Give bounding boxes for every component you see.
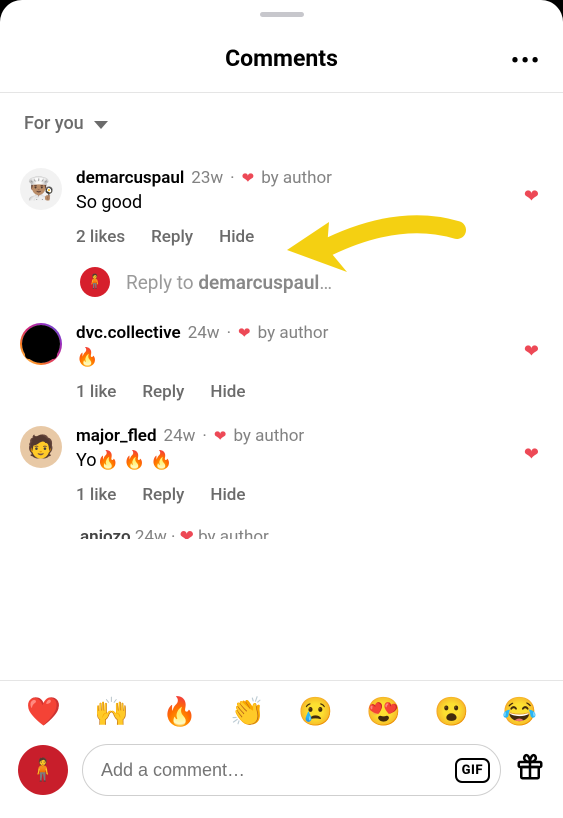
heart-icon: ❤︎ [238, 324, 251, 342]
reply-button[interactable]: Reply [142, 485, 184, 505]
likes-count[interactable]: 2 likes [76, 227, 125, 247]
avatar[interactable]: 👨🏽‍🍳 [20, 168, 62, 210]
liked-by-author-label: by author [233, 426, 304, 446]
inline-reply-row[interactable]: 🧍 Reply to demarcuspaul… [0, 259, 563, 311]
my-avatar-small: 🧍 [80, 267, 110, 297]
page-title: Comments [225, 45, 338, 72]
emoji-heart[interactable]: ❤️ [26, 695, 61, 728]
hide-button[interactable]: Hide [219, 227, 254, 247]
more-options-button[interactable]: ••• [511, 49, 541, 74]
comment-row-cutoff: aniozo 24w · ❤︎ by author [0, 517, 563, 539]
like-button[interactable]: ❤︎ [524, 186, 539, 207]
comment-text: 🔥 [76, 347, 510, 368]
avatar[interactable]: 🧑 [20, 426, 62, 468]
gift-button[interactable] [515, 752, 545, 789]
avatar-image [25, 329, 57, 359]
emoji-laugh[interactable]: 😂 [502, 695, 537, 728]
emoji-surprised[interactable]: 😮 [434, 695, 469, 728]
avatar[interactable] [20, 323, 62, 365]
avatar-glyph: 🧍 [29, 758, 56, 783]
chevron-down-icon [94, 121, 108, 129]
inline-reply-placeholder: Reply to demarcuspaul… [126, 271, 332, 294]
liked-by-author-label: by author [258, 323, 329, 343]
comment-row: dvc.collective 24w · ❤︎ by author 🔥 1 li… [0, 311, 563, 414]
comment-row: 👨🏽‍🍳 demarcuspaul 23w · ❤︎ by author So … [0, 156, 563, 259]
comment-text: Yo🔥 🔥 🔥 [76, 450, 510, 471]
sort-filter-label: For you [24, 113, 84, 134]
heart-icon: ❤︎ [214, 427, 227, 445]
my-avatar[interactable]: 🧍 [18, 745, 68, 795]
sort-filter-dropdown[interactable]: For you [0, 93, 563, 148]
emoji-cry[interactable]: 😢 [298, 695, 333, 728]
emoji-clap[interactable]: 👏 [230, 695, 265, 728]
header: Comments ••• [0, 17, 563, 92]
emoji-quick-bar: ❤️ 🙌 🔥 👏 😢 😍 😮 😂 [0, 681, 563, 738]
emoji-fire[interactable]: 🔥 [162, 695, 197, 728]
separator-dot: · [230, 168, 234, 188]
timestamp: 24w [188, 323, 220, 343]
comment-input-container[interactable]: GIF [82, 744, 501, 796]
heart-icon: ❤︎ [242, 169, 255, 187]
gift-icon [515, 752, 545, 782]
timestamp: 23w [191, 168, 223, 188]
likes-count[interactable]: 1 like [76, 485, 116, 505]
avatar-glyph: 👨🏽‍🍳 [27, 177, 54, 202]
avatar-glyph: 🧑 [27, 435, 54, 460]
gif-button[interactable]: GIF [455, 758, 490, 783]
username[interactable]: demarcuspaul [76, 168, 184, 188]
separator-dot: · [227, 323, 231, 343]
comment-row: 🧑 major_fled 24w · ❤︎ by author Yo🔥 🔥 🔥 … [0, 414, 563, 517]
emoji-raised-hands[interactable]: 🙌 [94, 695, 129, 728]
hide-button[interactable]: Hide [210, 382, 245, 402]
reply-button[interactable]: Reply [142, 382, 184, 402]
timestamp: 24w [164, 426, 196, 446]
username[interactable]: dvc.collective [76, 323, 181, 343]
liked-by-author-label: by author [261, 168, 332, 188]
comment-text: So good [76, 192, 510, 213]
emoji-heart-eyes[interactable]: 😍 [366, 695, 401, 728]
composer-area: ❤️ 🙌 🔥 👏 😢 😍 😮 😂 🧍 GIF [0, 680, 563, 818]
separator-dot: · [202, 426, 206, 446]
username[interactable]: major_fled [76, 426, 157, 446]
comment-input[interactable] [101, 760, 445, 781]
comments-list: 👨🏽‍🍳 demarcuspaul 23w · ❤︎ by author So … [0, 148, 563, 547]
likes-count[interactable]: 1 like [76, 382, 116, 402]
like-button[interactable]: ❤︎ [524, 341, 539, 362]
like-button[interactable]: ❤︎ [524, 444, 539, 465]
hide-button[interactable]: Hide [210, 485, 245, 505]
reply-button[interactable]: Reply [151, 227, 193, 247]
